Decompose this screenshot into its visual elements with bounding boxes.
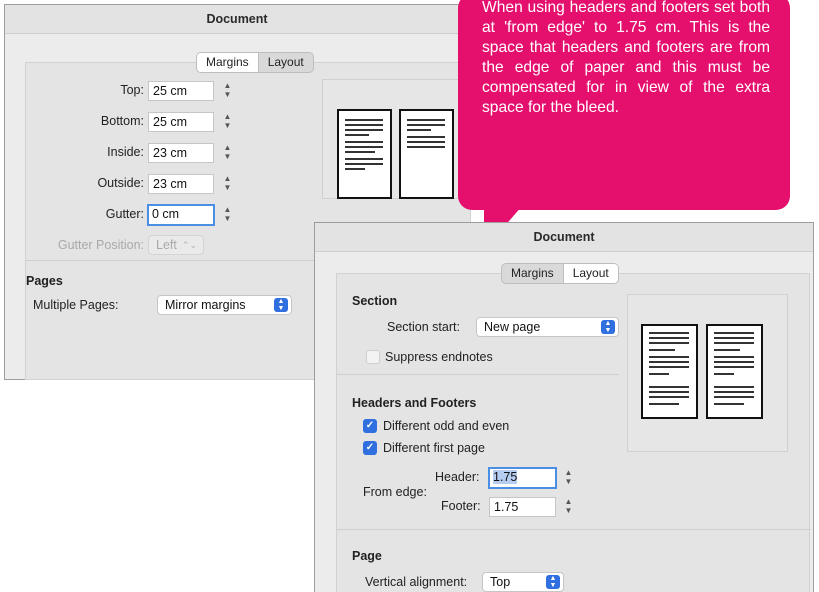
callout-text: When using headers and footers set both … [482,0,770,116]
chevron-updown-icon: ▲ ▼ [546,575,560,589]
page-heading: Page [352,549,382,563]
chevron-updown-icon: ▲ ▼ [601,320,615,334]
preview-page-left [337,109,392,199]
first-page-checkbox[interactable]: ✓ [363,441,377,455]
window-title: Document [315,223,813,252]
suppress-endnotes-label: Suppress endnotes [385,350,493,364]
section-start-label: Section start: [387,320,460,334]
footer-label: Footer: [441,499,481,513]
pink-callout: When using headers and footers set both … [458,0,790,210]
tab-layout[interactable]: Layout [257,53,313,72]
suppress-endnotes-checkbox[interactable] [366,350,380,364]
divider [337,529,811,530]
page-preview [322,79,472,199]
bottom-field[interactable]: 25 cm [148,112,214,132]
tab-bar: Margins Layout [196,52,314,73]
inside-label: Inside: [107,145,144,159]
bottom-label: Bottom: [100,114,144,128]
gutter-stepper[interactable]: ▲ ▼ [222,205,233,225]
tab-margins[interactable]: Margins [197,53,258,72]
gutter-field[interactable]: 0 cm [147,204,215,226]
section-heading: Section [352,294,398,308]
pages-heading: Pages [26,274,63,288]
headers-footers-heading: Headers and Footers [352,396,477,410]
gutter-position-label: Gutter Position: [57,238,144,252]
vertical-alignment-value: Top [490,575,511,589]
section-start-value: New page [484,320,541,334]
page-preview [627,294,788,452]
header-stepper[interactable]: ▲ ▼ [563,468,574,488]
odd-even-label: Different odd and even [383,419,510,433]
multiple-pages-select[interactable]: Mirror margins ▲ ▼ [157,295,292,315]
vertical-alignment-label: Vertical alignment: [365,575,468,589]
gutter-position-value: Left [156,238,177,252]
from-edge-label: From edge: [363,485,427,499]
divider [337,374,619,375]
preview-page-right [706,324,763,419]
odd-even-checkbox[interactable]: ✓ [363,419,377,433]
bottom-stepper[interactable]: ▲ ▼ [222,112,233,132]
chevron-updown-icon: ▲ ▼ [274,298,288,312]
footer-stepper[interactable]: ▲ ▼ [563,497,574,517]
header-label: Header: [435,470,480,484]
layout-panel: Section Section start: New page ▲ ▼ Suppr… [336,273,811,592]
outside-stepper[interactable]: ▲ ▼ [222,174,233,194]
vertical-alignment-select[interactable]: Top ▲ ▼ [482,572,564,592]
footer-field[interactable]: 1.75 [489,497,556,517]
window-title: Document [5,5,469,34]
multiple-pages-value: Mirror margins [165,298,246,312]
preview-page-right [399,109,454,199]
top-field[interactable]: 25 cm [148,81,214,101]
gutter-position-select[interactable]: Left ⌃⌄ [148,235,204,255]
outside-field[interactable]: 23 cm [148,174,214,194]
tab-bar: Margins Layout [501,263,619,284]
tab-margins[interactable]: Margins [502,264,563,283]
section-start-select[interactable]: New page ▲ ▼ [476,317,619,337]
outside-label: Outside: [97,176,144,190]
tab-layout[interactable]: Layout [562,264,618,283]
chevron-updown-icon: ⌃⌄ [181,240,197,250]
top-label: Top: [120,83,144,97]
inside-field[interactable]: 23 cm [148,143,214,163]
header-value: 1.75 [493,470,518,484]
preview-page-left [641,324,698,419]
header-field[interactable]: 1.75 [488,467,557,489]
first-page-label: Different first page [383,441,485,455]
top-stepper[interactable]: ▲ ▼ [222,81,233,101]
document-dialog-layout: Document Margins Layout Section Section … [314,222,814,592]
multiple-pages-label: Multiple Pages: [33,298,119,312]
inside-stepper[interactable]: ▲ ▼ [222,143,233,163]
gutter-label: Gutter: [105,207,144,221]
